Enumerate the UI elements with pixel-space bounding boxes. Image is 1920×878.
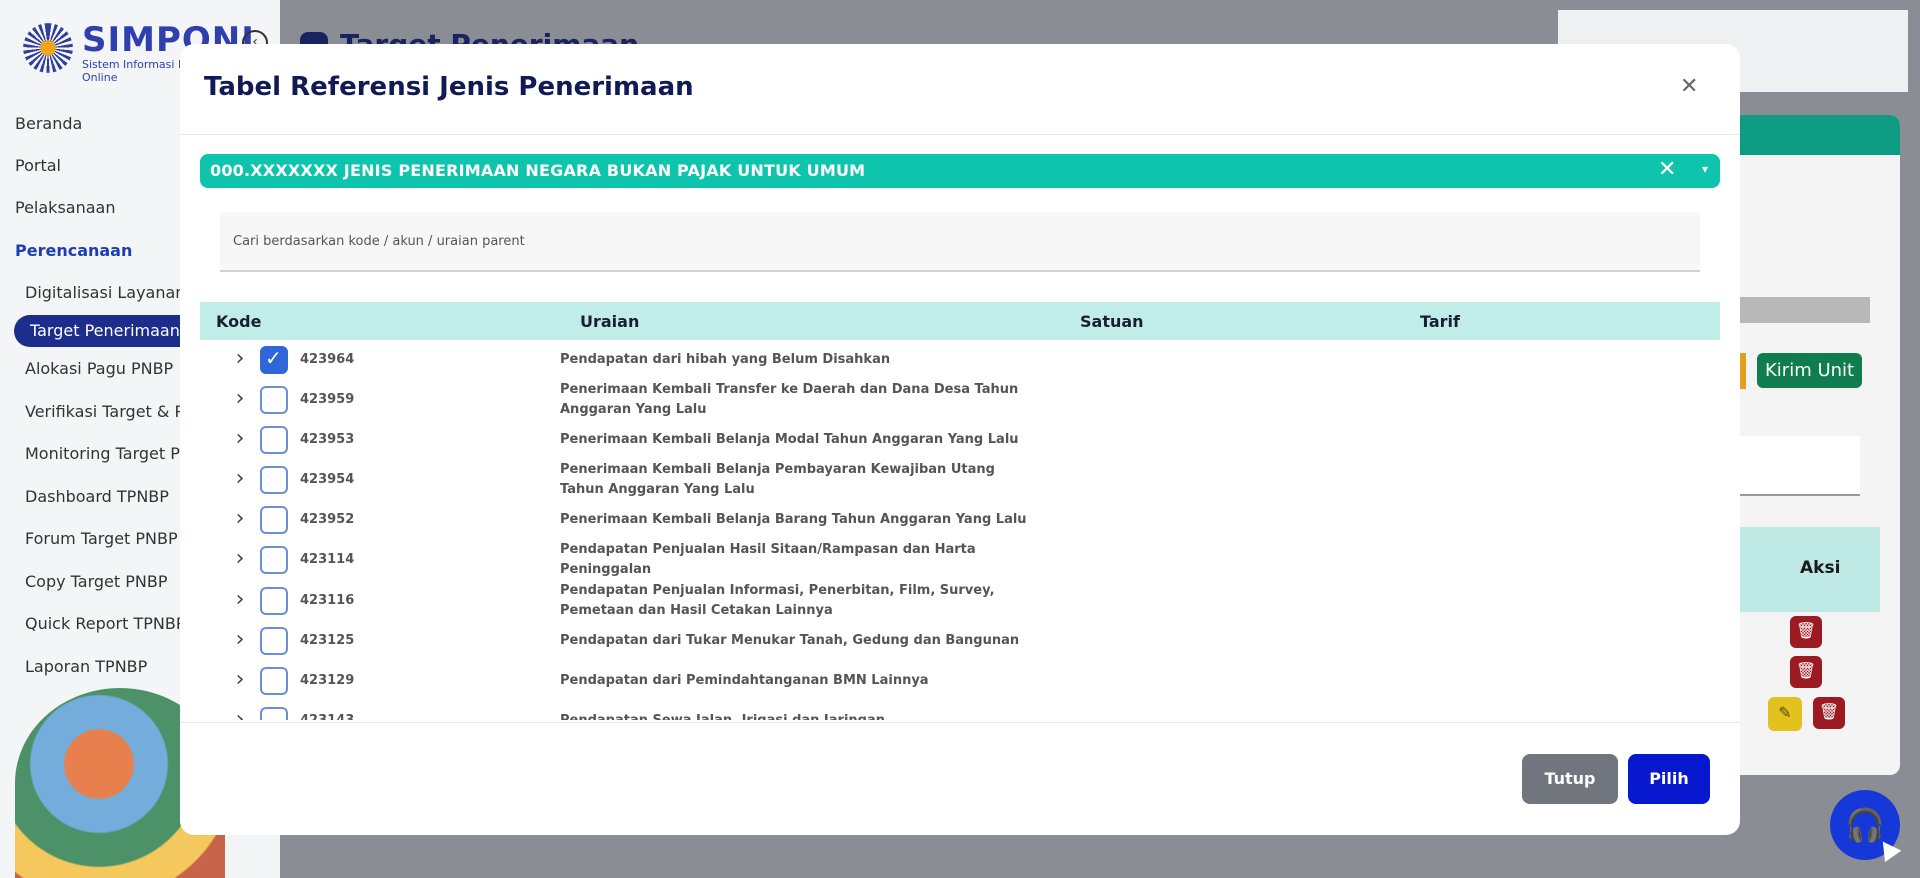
row-checkbox[interactable] <box>260 386 288 414</box>
tutup-button[interactable]: Tutup <box>1522 754 1618 804</box>
column-header-tarif: Tarif <box>1420 312 1460 331</box>
row-kode: 423952 <box>300 512 355 527</box>
table-body: › 423964 Pendapatan dari hibah yang Belu… <box>200 340 1720 720</box>
row-checkbox[interactable] <box>260 346 288 374</box>
chevron-right-icon[interactable]: › <box>230 340 250 380</box>
table-row: › 423952 Penerimaan Kembali Belanja Bara… <box>200 500 1720 540</box>
row-checkbox[interactable] <box>260 546 288 574</box>
column-header-kode: Kode <box>216 312 262 331</box>
clear-selection-icon[interactable]: ✕ <box>1658 157 1676 182</box>
row-kode: 423953 <box>300 432 355 447</box>
chevron-right-icon[interactable]: › <box>230 500 250 540</box>
logo-emblem-icon <box>18 18 78 78</box>
column-header-satuan: Satuan <box>1080 312 1144 331</box>
table-row: › 423953 Penerimaan Kembali Belanja Moda… <box>200 420 1720 460</box>
table-row: › 423125 Pendapatan dari Tukar Menukar T… <box>200 621 1720 661</box>
background-progress-bar <box>1740 297 1870 323</box>
chevron-right-icon[interactable]: › <box>230 460 250 500</box>
background-input[interactable] <box>1740 436 1860 496</box>
submenu-item-alokasi-pagu[interactable]: Alokasi Pagu PNBP <box>25 359 173 378</box>
table-row: › 423114 Pendapatan Penjualan Hasil Sita… <box>200 540 1720 580</box>
table-row: › 423116 Pendapatan Penjualan Informasi,… <box>200 581 1720 621</box>
parent-select[interactable]: 000.XXXXXXX JENIS PENERIMAAN NEGARA BUKA… <box>200 154 1720 188</box>
close-icon[interactable]: ✕ <box>1680 74 1698 99</box>
row-kode: 423954 <box>300 472 355 487</box>
row-uraian: Pendapatan Sewa Jalan, Irigasi dan Jarin… <box>560 711 1040 720</box>
table-row: › 423954 Penerimaan Kembali Belanja Pemb… <box>200 460 1720 500</box>
submenu-item-quick-report[interactable]: Quick Report TPNBP <box>25 614 185 633</box>
modal-header-divider <box>180 134 1740 135</box>
row-uraian: Pendapatan Penjualan Informasi, Penerbit… <box>560 583 995 618</box>
row-uraian: Penerimaan Kembali Belanja Pembayaran Ke… <box>560 462 995 497</box>
row-uraian: Pendapatan dari hibah yang Belum Disahka… <box>560 352 891 367</box>
aksi-header: Aksi <box>1800 558 1841 578</box>
edit-icon[interactable]: ✎ <box>1768 697 1802 731</box>
delete-icon[interactable]: 🗑 <box>1813 697 1845 729</box>
row-uraian: Penerimaan Kembali Transfer ke Daerah da… <box>560 382 1019 417</box>
table-row: › 423959 Penerimaan Kembali Transfer ke … <box>200 380 1720 420</box>
sidebar-item-perencanaan[interactable]: Perencanaan <box>15 241 132 260</box>
row-checkbox[interactable] <box>260 466 288 494</box>
search-input[interactable] <box>220 212 1700 270</box>
reference-modal: Tabel Referensi Jenis Penerimaan ✕ 000.X… <box>180 44 1740 835</box>
sidebar-item-portal[interactable]: Portal <box>15 156 61 175</box>
row-checkbox[interactable] <box>260 506 288 534</box>
search-field[interactable] <box>220 212 1700 272</box>
delete-icon[interactable]: 🗑 <box>1790 616 1822 648</box>
row-kode: 423125 <box>300 633 355 648</box>
row-uraian: Pendapatan dari Tukar Menukar Tanah, Ged… <box>560 633 1020 648</box>
submenu-item-forum-target[interactable]: Forum Target PNBP <box>25 529 178 548</box>
row-kode: 423129 <box>300 673 355 688</box>
pilih-button[interactable]: Pilih <box>1628 754 1710 804</box>
row-uraian: Pendapatan Penjualan Hasil Sitaan/Rampas… <box>560 542 976 577</box>
table-row: › 423129 Pendapatan dari Pemindahtangana… <box>200 661 1720 701</box>
row-kode: 423959 <box>300 392 355 407</box>
chevron-down-icon[interactable]: ▾ <box>1702 162 1708 176</box>
row-uraian: Penerimaan Kembali Belanja Modal Tahun A… <box>560 432 1019 447</box>
submenu-item-laporan-tpnbp[interactable]: Laporan TPNBP <box>25 657 147 676</box>
chevron-right-icon[interactable]: › <box>230 701 250 720</box>
modal-footer-divider <box>180 722 1740 723</box>
modal-title: Tabel Referensi Jenis Penerimaan <box>204 72 694 102</box>
row-kode: 423116 <box>300 593 355 608</box>
chevron-right-icon[interactable]: › <box>230 661 250 701</box>
row-uraian: Pendapatan dari Pemindahtanganan BMN Lai… <box>560 673 929 688</box>
chevron-right-icon[interactable]: › <box>230 621 250 661</box>
column-header-uraian: Uraian <box>580 312 640 331</box>
row-checkbox[interactable] <box>260 667 288 695</box>
table-row: › 423964 Pendapatan dari hibah yang Belu… <box>200 340 1720 380</box>
sidebar-item-beranda[interactable]: Beranda <box>15 114 82 133</box>
submenu-item-dashboard-tpnbp[interactable]: Dashboard TPNBP <box>25 487 169 506</box>
table-header: Kode Uraian Satuan Tarif <box>200 302 1720 340</box>
submenu-item-copy-target[interactable]: Copy Target PNBP <box>25 572 168 591</box>
row-uraian: Penerimaan Kembali Belanja Barang Tahun … <box>560 512 1027 527</box>
row-checkbox[interactable] <box>260 587 288 615</box>
chevron-right-icon[interactable]: › <box>230 420 250 460</box>
row-checkbox[interactable] <box>260 707 288 720</box>
row-kode: 423143 <box>300 713 354 720</box>
sidebar-item-pelaksanaan[interactable]: Pelaksanaan <box>15 198 115 217</box>
kirim-unit-button[interactable]: Kirim Unit <box>1757 353 1863 388</box>
row-checkbox[interactable] <box>260 627 288 655</box>
row-kode: 423964 <box>300 352 355 367</box>
chevron-right-icon[interactable]: › <box>230 380 250 420</box>
delete-icon[interactable]: 🗑 <box>1790 656 1822 688</box>
parent-select-value: 000.XXXXXXX JENIS PENERIMAAN NEGARA BUKA… <box>210 161 866 180</box>
table-row: › 423143 Pendapatan Sewa Jalan, Irigasi … <box>200 701 1720 720</box>
chevron-right-icon[interactable]: › <box>230 540 250 580</box>
chevron-right-icon[interactable]: › <box>230 581 250 621</box>
row-kode: 423114 <box>300 552 355 567</box>
row-checkbox[interactable] <box>260 426 288 454</box>
